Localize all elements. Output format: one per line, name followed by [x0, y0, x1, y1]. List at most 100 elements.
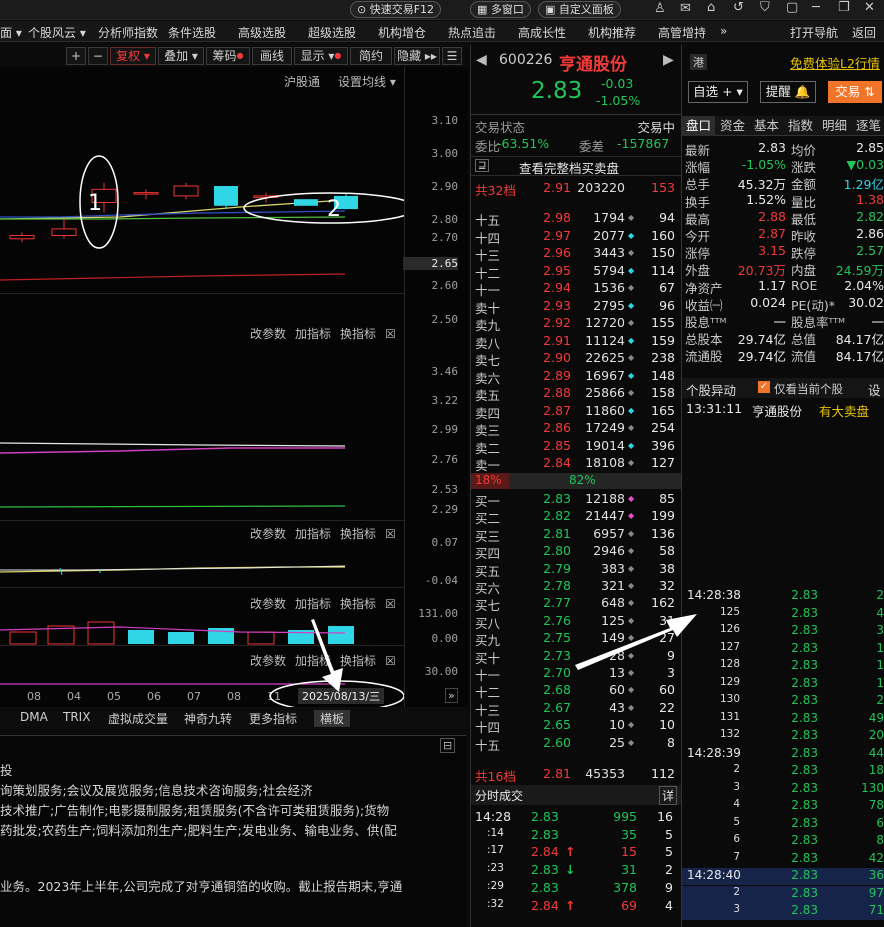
display-dropdown[interactable]: 显示 ▾●	[294, 47, 348, 65]
ask-row[interactable]: 卖九 2.92 12720 ◆ 155	[471, 315, 681, 333]
bid-row[interactable]: 十二 2.68 60 ◆ 60	[471, 682, 681, 700]
setting-button[interactable]: 设	[868, 380, 881, 399]
ask-row[interactable]: 十一 2.94 1536 ◆ 67	[471, 280, 681, 298]
chips-button[interactable]: 筹码●	[206, 47, 250, 65]
tab-pankou[interactable]: 盘口	[682, 116, 715, 136]
tab-zijin[interactable]: 资金	[716, 116, 749, 136]
ask-row[interactable]: 十三 2.96 3443 ◆ 150	[471, 245, 681, 263]
bid-level: 买八	[475, 615, 501, 631]
panel-menu-icon[interactable]: ☰	[442, 47, 462, 65]
ask-row[interactable]: 卖四 2.87 11860 ◆ 165	[471, 403, 681, 421]
fuquan-dropdown[interactable]: 复权 ▾	[110, 47, 156, 65]
tab-zhubi[interactable]: 逐笔	[852, 116, 884, 136]
tab-mingxi[interactable]: 明细	[818, 116, 851, 136]
close-icon[interactable]: ✕	[864, 0, 875, 15]
indicator-tick: 3.46	[431, 365, 459, 378]
shirt-icon[interactable]: ⛉	[760, 0, 770, 15]
window-icon[interactable]: ▢	[786, 0, 798, 15]
bid-row[interactable]: 十五 2.60 25 ◆ 8	[471, 735, 681, 753]
ask-row[interactable]: 卖一 2.84 18108 ◆ 127	[471, 455, 681, 473]
ratio-bar: 18% 82%	[471, 473, 681, 489]
tab-dma[interactable]: DMA	[20, 710, 48, 724]
detail-button[interactable]: 详	[659, 786, 678, 805]
menu-item[interactable]: 条件选股	[168, 24, 216, 41]
draw-line-button[interactable]: 画线	[252, 47, 292, 65]
bid-row[interactable]: 买二 2.82 21447 ◆ 199	[471, 508, 681, 526]
custom-panel-button[interactable]: ▣ 自定义面板	[538, 1, 621, 18]
alert-button[interactable]: 提醒 🔔	[760, 81, 816, 103]
menu-item[interactable]: 热点追击	[448, 24, 496, 41]
trade-button[interactable]: 交易 ⇅	[828, 81, 882, 103]
yidong-item[interactable]: 13:31:11 亨通股份 有大卖盘	[682, 401, 884, 419]
zoom-in-button[interactable]: +	[66, 47, 86, 65]
quick-trade-button[interactable]: ⊙ 快速交易F12	[350, 1, 442, 18]
checkbox-checked-icon[interactable]: ✓	[758, 381, 770, 393]
candle-body	[133, 192, 159, 195]
tab-trix[interactable]: TRIX	[63, 710, 90, 724]
ind1-line-magenta	[0, 447, 345, 454]
zoom-out-button[interactable]: −	[88, 47, 108, 65]
ask-row[interactable]: 十二 2.95 5794 ◆ 114	[471, 263, 681, 281]
ask-row[interactable]: 十四 2.97 2077 ◆ 160	[471, 228, 681, 246]
tab-horizontal[interactable]: 横板	[314, 710, 351, 727]
menu-item[interactable]: 面 ▾	[0, 24, 22, 41]
scroll-right-icon[interactable]: »	[445, 688, 458, 703]
tick-seq: 4	[733, 798, 740, 810]
undo-icon[interactable]: ↺	[733, 0, 744, 15]
tab-nine-turns[interactable]: 神奇九转	[184, 710, 232, 727]
home-icon[interactable]: ⌂	[707, 0, 715, 15]
multi-window-button[interactable]: ▦ 多窗口	[470, 1, 531, 18]
hide-button[interactable]: 隐藏 ▸▸	[394, 47, 440, 65]
tick-price: 2.83	[791, 763, 818, 777]
ask-row[interactable]: 十五 2.98 1794 ◆ 94	[471, 210, 681, 228]
bid-row[interactable]: 买四 2.80 2946 ◆ 58	[471, 543, 681, 561]
stat-label: 最低	[791, 211, 817, 227]
menu-item[interactable]: 分析师指数	[98, 24, 158, 41]
menu-item[interactable]: 高成长性	[518, 24, 566, 41]
fenshi-time: :23	[487, 862, 504, 875]
bid-row[interactable]: 十四 2.65 10 ◆ 10	[471, 717, 681, 735]
panel-icon: ▣	[545, 3, 559, 16]
ask-count: 67	[659, 280, 675, 295]
minimize-icon[interactable]: ─	[812, 0, 820, 15]
open-nav-button[interactable]: 打开导航	[790, 24, 838, 41]
fenshi-volume: 35	[621, 826, 637, 842]
ask-row[interactable]: 卖五 2.88 25866 ◆ 158	[471, 385, 681, 403]
overlay-dropdown[interactable]: 叠加 ▾	[158, 47, 204, 65]
mail-icon[interactable]: ✉	[680, 1, 691, 16]
ask-row[interactable]: 卖八 2.91 11124 ◆ 159	[471, 333, 681, 351]
ask-row[interactable]: 卖六 2.89 16967 ◆ 148	[471, 368, 681, 386]
back-button[interactable]: 返回	[852, 24, 876, 41]
add-watchlist-button[interactable]: 自选 + ▾	[688, 81, 748, 103]
tab-more-indicators[interactable]: 更多指标	[249, 710, 297, 727]
collapse-icon[interactable]: ⊟	[440, 738, 456, 753]
restore-icon[interactable]: ❐	[838, 0, 850, 15]
ma-line-red	[0, 273, 346, 281]
menu-item[interactable]: 超级选股	[308, 24, 356, 41]
menu-item[interactable]: 高级选股	[238, 24, 286, 41]
tab-virtual-volume[interactable]: 虚拟成交量	[108, 710, 168, 727]
menu-item[interactable]: 机构增仓	[378, 24, 426, 41]
full-book-button[interactable]: ⊒ 查看完整档买卖盘	[471, 156, 681, 176]
simple-button[interactable]: 简约	[350, 47, 392, 65]
bid-row[interactable]: 买五 2.79 383 ◆ 38	[471, 561, 681, 579]
ask-row[interactable]: 卖二 2.85 19014 ◆ 396	[471, 438, 681, 456]
ask-row[interactable]: 卖七 2.90 22625 ◆ 238	[471, 350, 681, 368]
menu-item[interactable]: 机构推荐	[588, 24, 636, 41]
menu-item[interactable]: 个股风云 ▾	[28, 24, 86, 41]
more-menu-icon[interactable]: »	[720, 24, 727, 38]
prev-stock-icon[interactable]: ◀	[476, 52, 487, 68]
user-icon[interactable]: ♙	[654, 1, 666, 16]
tab-zhishu[interactable]: 指数	[784, 116, 817, 136]
ask-row[interactable]: 卖三 2.86 17249 ◆ 254	[471, 420, 681, 438]
free-l2-link[interactable]: 免费体验L2行情	[790, 53, 880, 72]
next-stock-icon[interactable]: ▶	[663, 52, 674, 68]
tab-jiben[interactable]: 基本	[750, 116, 783, 136]
bid-row[interactable]: 十三 2.67 43 ◆ 22	[471, 700, 681, 718]
kline-chart[interactable]: 沪股通 设置均线 ▾ 3.10 3.00 2.90 2.80 2.70 2.65…	[0, 67, 468, 707]
ask-total-row: 共32档 2.91 203220 153	[475, 180, 675, 198]
bid-row[interactable]: 买三 2.81 6957 ◆ 136	[471, 526, 681, 544]
menu-item[interactable]: 高管增持	[658, 24, 706, 41]
ask-row[interactable]: 卖十 2.93 2795 ◆ 96	[471, 298, 681, 316]
bid-row[interactable]: 买一 2.83 12188 ◆ 85	[471, 491, 681, 509]
